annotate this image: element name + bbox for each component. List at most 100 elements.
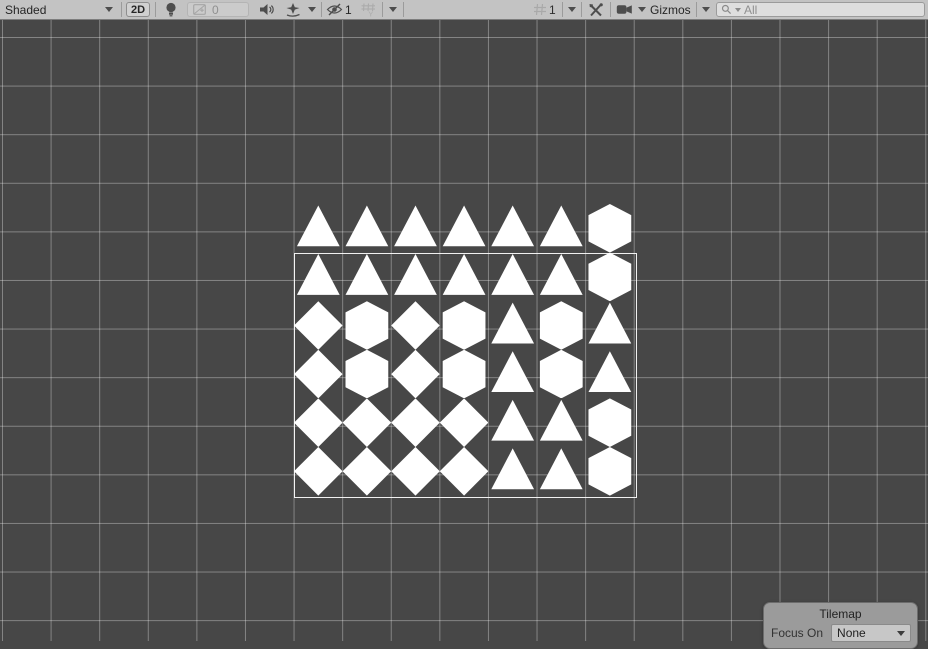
audio-toggle[interactable]	[255, 0, 279, 19]
triangle-tile	[537, 253, 586, 302]
search-input[interactable]	[744, 3, 920, 17]
scene-search-field[interactable]	[716, 2, 925, 17]
triangle-tile	[391, 253, 440, 302]
tile-cell[interactable]	[294, 447, 343, 496]
toolbar-separator	[581, 2, 582, 17]
tile-cell[interactable]	[391, 350, 440, 399]
tile-cell[interactable]	[488, 447, 537, 496]
toolbar-separator	[155, 2, 156, 17]
tile-cell[interactable]	[488, 350, 537, 399]
tile-cell[interactable]	[440, 253, 489, 302]
diamond-tile	[294, 398, 343, 447]
component-tools-icon	[588, 3, 604, 17]
camera-dropdown[interactable]	[635, 0, 649, 19]
diamond-tile	[294, 301, 343, 350]
hidden-objects-count: 1	[345, 3, 352, 17]
triangle-tile	[537, 398, 586, 447]
tile-cell[interactable]	[391, 204, 440, 253]
tile-cell[interactable]	[586, 447, 635, 496]
eye-hidden-icon	[326, 3, 343, 16]
tile-cell[interactable]	[537, 398, 586, 447]
hexagon-tile	[343, 350, 392, 399]
scene-view-toolbar: Shaded 2D 0	[0, 0, 928, 20]
tile-cell[interactable]	[537, 447, 586, 496]
tile-cell[interactable]	[294, 301, 343, 350]
camera-settings-button[interactable]	[613, 0, 635, 19]
tile-cell[interactable]	[343, 301, 392, 350]
toolbar-separator	[121, 2, 122, 17]
grid-visibility-control[interactable]: 1	[533, 0, 561, 19]
grid-visibility-value: 1	[549, 3, 556, 17]
tile-cell[interactable]	[294, 253, 343, 302]
tile-cell[interactable]	[343, 447, 392, 496]
triangle-tile	[343, 253, 392, 302]
tile-cell[interactable]	[440, 398, 489, 447]
tile-cell[interactable]	[343, 204, 392, 253]
tile-cell[interactable]	[586, 253, 635, 302]
tile-cell[interactable]	[586, 204, 635, 253]
effects-star-icon	[285, 3, 301, 17]
chevron-down-icon	[568, 7, 576, 12]
search-filter-arrow-icon	[735, 8, 741, 12]
tile-cell[interactable]	[391, 447, 440, 496]
chevron-down-icon	[308, 7, 316, 12]
gizmos-dropdown-arrow[interactable]	[698, 0, 714, 19]
grid-settings-dropdown[interactable]	[564, 0, 580, 19]
tile-cell[interactable]	[343, 253, 392, 302]
grid-snap-icon: Y	[361, 3, 377, 17]
toolbar-separator	[321, 2, 322, 17]
tile-cell[interactable]	[488, 204, 537, 253]
diamond-tile	[440, 447, 489, 496]
tile-cell[interactable]	[586, 398, 635, 447]
tile-cell[interactable]	[440, 350, 489, 399]
chevron-down-icon	[702, 7, 710, 12]
tile-cell[interactable]	[586, 301, 635, 350]
tile-cell[interactable]	[440, 301, 489, 350]
hexagon-tile	[343, 301, 392, 350]
tile-cell[interactable]	[391, 301, 440, 350]
focus-on-value: None	[837, 626, 866, 640]
tile-cell[interactable]	[537, 253, 586, 302]
triangle-tile	[488, 398, 537, 447]
tile-cell[interactable]	[440, 447, 489, 496]
tile-cell[interactable]	[537, 204, 586, 253]
tile-cell[interactable]	[391, 253, 440, 302]
2d-view-label: 2D	[131, 4, 145, 16]
tile-cell[interactable]	[440, 204, 489, 253]
hexagon-tile	[586, 447, 635, 496]
effects-dropdown[interactable]	[305, 0, 319, 19]
scene-lighting-toggle[interactable]	[160, 0, 182, 19]
toolbar-separator	[696, 2, 697, 17]
shading-mode-dropdown[interactable]: Shaded	[0, 0, 120, 19]
tile-cell[interactable]	[294, 204, 343, 253]
diamond-tile	[391, 350, 440, 399]
snap-settings-dropdown[interactable]	[385, 0, 401, 19]
gizmos-dropdown[interactable]: Gizmos	[650, 0, 694, 19]
tile-cell[interactable]	[537, 350, 586, 399]
diamond-tile	[294, 350, 343, 399]
2d-view-toggle[interactable]: 2D	[126, 2, 150, 17]
tile-cell[interactable]	[488, 253, 537, 302]
scene-visibility-toggle[interactable]: 1	[326, 0, 356, 19]
tile-cell[interactable]	[294, 398, 343, 447]
panel-title: Tilemap	[764, 607, 917, 621]
triangle-tile	[488, 253, 537, 302]
toolbar-separator	[382, 2, 383, 17]
component-tools-button[interactable]	[584, 0, 608, 19]
tile-cell[interactable]	[488, 301, 537, 350]
tile-cell[interactable]	[488, 398, 537, 447]
tile-cell[interactable]	[391, 398, 440, 447]
focus-on-label: Focus On	[771, 626, 823, 640]
lightbulb-icon	[165, 2, 177, 17]
tile-cell[interactable]	[537, 301, 586, 350]
focus-on-dropdown[interactable]: None	[831, 624, 911, 642]
tile-cell[interactable]	[586, 350, 635, 399]
scene-view[interactable]: Tilemap Focus On None	[0, 20, 928, 641]
tile-cell[interactable]	[343, 398, 392, 447]
tile-cell[interactable]	[343, 350, 392, 399]
tile-cell[interactable]	[294, 350, 343, 399]
triangle-tile	[586, 350, 635, 399]
hexagon-tile	[537, 350, 586, 399]
chevron-down-icon	[897, 631, 905, 636]
effects-toggle[interactable]	[283, 0, 303, 19]
